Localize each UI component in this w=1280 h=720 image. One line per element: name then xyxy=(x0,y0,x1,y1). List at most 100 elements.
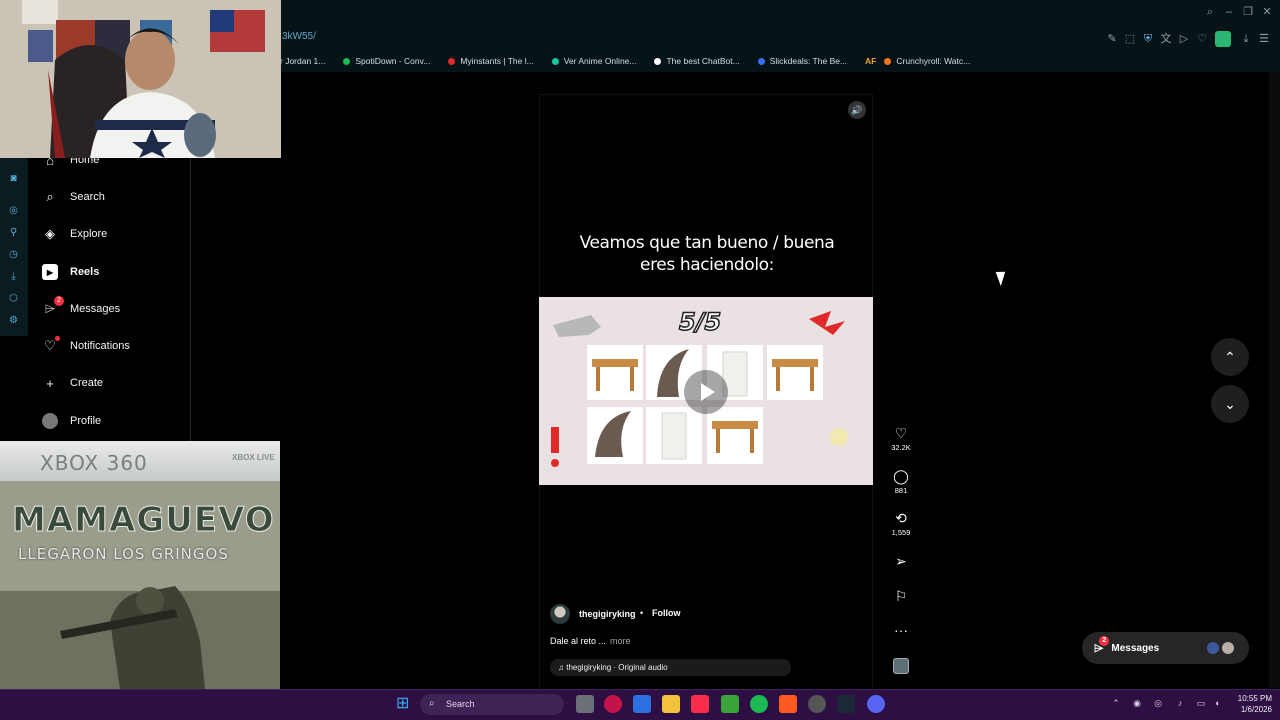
nav-create[interactable]: + Create xyxy=(42,375,103,391)
chevron-down-icon: ⌄ xyxy=(1224,396,1236,412)
avatar xyxy=(42,413,58,429)
save-button[interactable]: ⚐ xyxy=(888,588,914,604)
bookmark-item[interactable]: r Jordan 1... xyxy=(280,54,325,68)
discord-icon[interactable] xyxy=(867,695,885,713)
follow-button[interactable]: Follow xyxy=(652,608,681,618)
taskbar-clock[interactable]: 10:55 PM 1/6/2026 xyxy=(1232,693,1272,715)
send-icon: ➢ xyxy=(895,553,907,569)
minimize-icon[interactable]: – xyxy=(1223,6,1235,18)
download-icon[interactable]: ⤓ xyxy=(1240,33,1252,45)
nav-search[interactable]: ⌕ Search xyxy=(42,189,105,205)
cover-live-logo: XBOX LIVE xyxy=(232,453,275,462)
heart-icon[interactable]: ♡ xyxy=(1196,33,1208,45)
opera-gx-icon[interactable] xyxy=(604,695,622,713)
bookmark-page-icon[interactable]: ✎ xyxy=(1106,33,1118,45)
nav-messages[interactable]: ⌲ 2 Messages xyxy=(42,296,120,317)
xbox-icon[interactable] xyxy=(721,695,739,713)
next-reel-button[interactable]: ⌄ xyxy=(1211,385,1249,423)
more-link[interactable]: more xyxy=(610,636,631,646)
bookmark-favicon xyxy=(343,57,351,65)
steam-icon[interactable] xyxy=(837,695,855,713)
cover-platform: XBOX 360 xyxy=(40,451,148,475)
task-view-icon[interactable] xyxy=(576,695,594,713)
record-icon[interactable]: ◎ xyxy=(7,204,20,217)
restore-icon[interactable]: ❐ xyxy=(1242,6,1254,18)
separator-dot: • xyxy=(640,608,644,618)
camera-icon[interactable]: ◉ xyxy=(1132,698,1142,708)
chevron-up-icon[interactable]: ⌃ xyxy=(1111,698,1121,708)
reel-caption: Dale al reto ... xyxy=(550,636,607,646)
volume-icon[interactable]: 🔊 xyxy=(848,101,866,119)
music-note-icon: ♫ xyxy=(558,663,567,672)
repost-button[interactable]: ⟲ 1,559 xyxy=(888,510,914,537)
spotify-icon[interactable] xyxy=(750,695,768,713)
more-options-button[interactable]: ··· xyxy=(888,622,914,638)
play-icon[interactable] xyxy=(684,370,728,414)
volume-icon[interactable]: ◖ xyxy=(1212,698,1222,708)
extensions-icon[interactable]: ⬡ xyxy=(7,292,20,305)
bookmark-item[interactable]: AF xyxy=(865,54,876,68)
play-icon[interactable]: ▷ xyxy=(1178,33,1190,45)
bookmark-favicon xyxy=(448,57,456,65)
comment-count: 881 xyxy=(894,486,908,495)
messenger-icon: ⌲ 2 xyxy=(42,296,64,317)
shield-icon[interactable]: ⛨ xyxy=(1142,33,1154,45)
discord-icon[interactable]: ◙ xyxy=(7,172,20,185)
file-explorer-icon[interactable] xyxy=(662,695,680,713)
app-tray-icon[interactable]: ◎ xyxy=(1153,698,1163,708)
network-icon[interactable]: ▭ xyxy=(1196,698,1206,708)
menu-icon[interactable]: ☰ xyxy=(1258,33,1270,45)
translate-icon[interactable]: 文 xyxy=(1160,33,1172,45)
close-icon[interactable]: ✕ xyxy=(1261,6,1273,18)
share-button[interactable]: ➢ xyxy=(888,553,914,569)
page-scrollbar[interactable] xyxy=(1269,72,1280,688)
bookmarks-bar: r Jordan 1... SpotiDown - Conv... Myinst… xyxy=(280,54,988,68)
webcam-overlay xyxy=(0,0,281,158)
bookmark-favicon xyxy=(654,57,662,65)
comment-button[interactable]: ◯ 881 xyxy=(888,468,914,495)
bookmark-item[interactable]: Ver Anime Online... xyxy=(551,54,636,68)
author-avatar[interactable] xyxy=(550,604,570,624)
like-button[interactable]: ♡ 32.2K xyxy=(888,425,914,452)
pin-icon[interactable]: ⚲ xyxy=(7,226,20,239)
settings-icon[interactable]: ⚙ xyxy=(7,314,20,327)
app-icon[interactable] xyxy=(808,695,826,713)
ellipsis-icon: ··· xyxy=(894,622,908,638)
avatar xyxy=(1221,641,1235,655)
microphone-icon[interactable]: ♪ xyxy=(1175,698,1185,708)
repost-count: 1,559 xyxy=(891,528,911,537)
bookmark-item[interactable]: Slickdeals: The Be... xyxy=(757,54,847,68)
bookmark-item[interactable]: SpotiDown - Conv... xyxy=(343,54,430,68)
bookmark-icon: ⚐ xyxy=(894,588,908,604)
search-icon[interactable]: ⌕ xyxy=(1204,6,1216,18)
store-icon[interactable] xyxy=(633,695,651,713)
webcam-image xyxy=(0,0,281,158)
audio-thumbnail[interactable] xyxy=(893,658,909,674)
mouse-cursor xyxy=(995,268,1010,287)
like-count: 32.2K xyxy=(891,443,911,452)
author-name[interactable]: thegigiryking xyxy=(579,609,636,619)
avatar xyxy=(1206,641,1220,655)
reels-icon: ▶ xyxy=(42,264,58,280)
bookmark-item[interactable]: The best ChatBot... xyxy=(654,54,740,68)
audio-label: thegigiryking · Original audio xyxy=(566,663,668,672)
nav-profile[interactable]: Profile xyxy=(42,413,101,429)
profile-avatar-icon[interactable] xyxy=(1215,31,1231,47)
history-icon[interactable]: ◷ xyxy=(7,248,20,261)
app-icon[interactable] xyxy=(779,695,797,713)
windows-start-icon[interactable]: ⊞ xyxy=(396,695,414,713)
taskbar-search[interactable]: Search xyxy=(420,694,564,715)
music-icon[interactable] xyxy=(691,695,709,713)
screenshot-icon[interactable]: ⬚ xyxy=(1124,33,1136,45)
bookmark-item[interactable]: Crunchyroll: Watc... xyxy=(884,54,970,68)
bookmark-favicon xyxy=(884,57,892,65)
nav-notifications[interactable]: ♡ Notifications xyxy=(42,336,130,354)
audio-attribution[interactable]: ♫ thegigiryking · Original audio xyxy=(550,659,791,676)
nav-reels[interactable]: ▶ Reels xyxy=(42,264,99,280)
bookmark-item[interactable]: Myinstants | The l... xyxy=(448,54,534,68)
messages-label: Messages xyxy=(1111,642,1160,654)
download-icon[interactable]: ⤓ xyxy=(7,270,20,283)
nav-explore[interactable]: ◈ Explore xyxy=(42,226,107,242)
address-bar-url[interactable]: 3kW55/ xyxy=(282,31,316,42)
previous-reel-button[interactable]: ⌃ xyxy=(1211,338,1249,376)
